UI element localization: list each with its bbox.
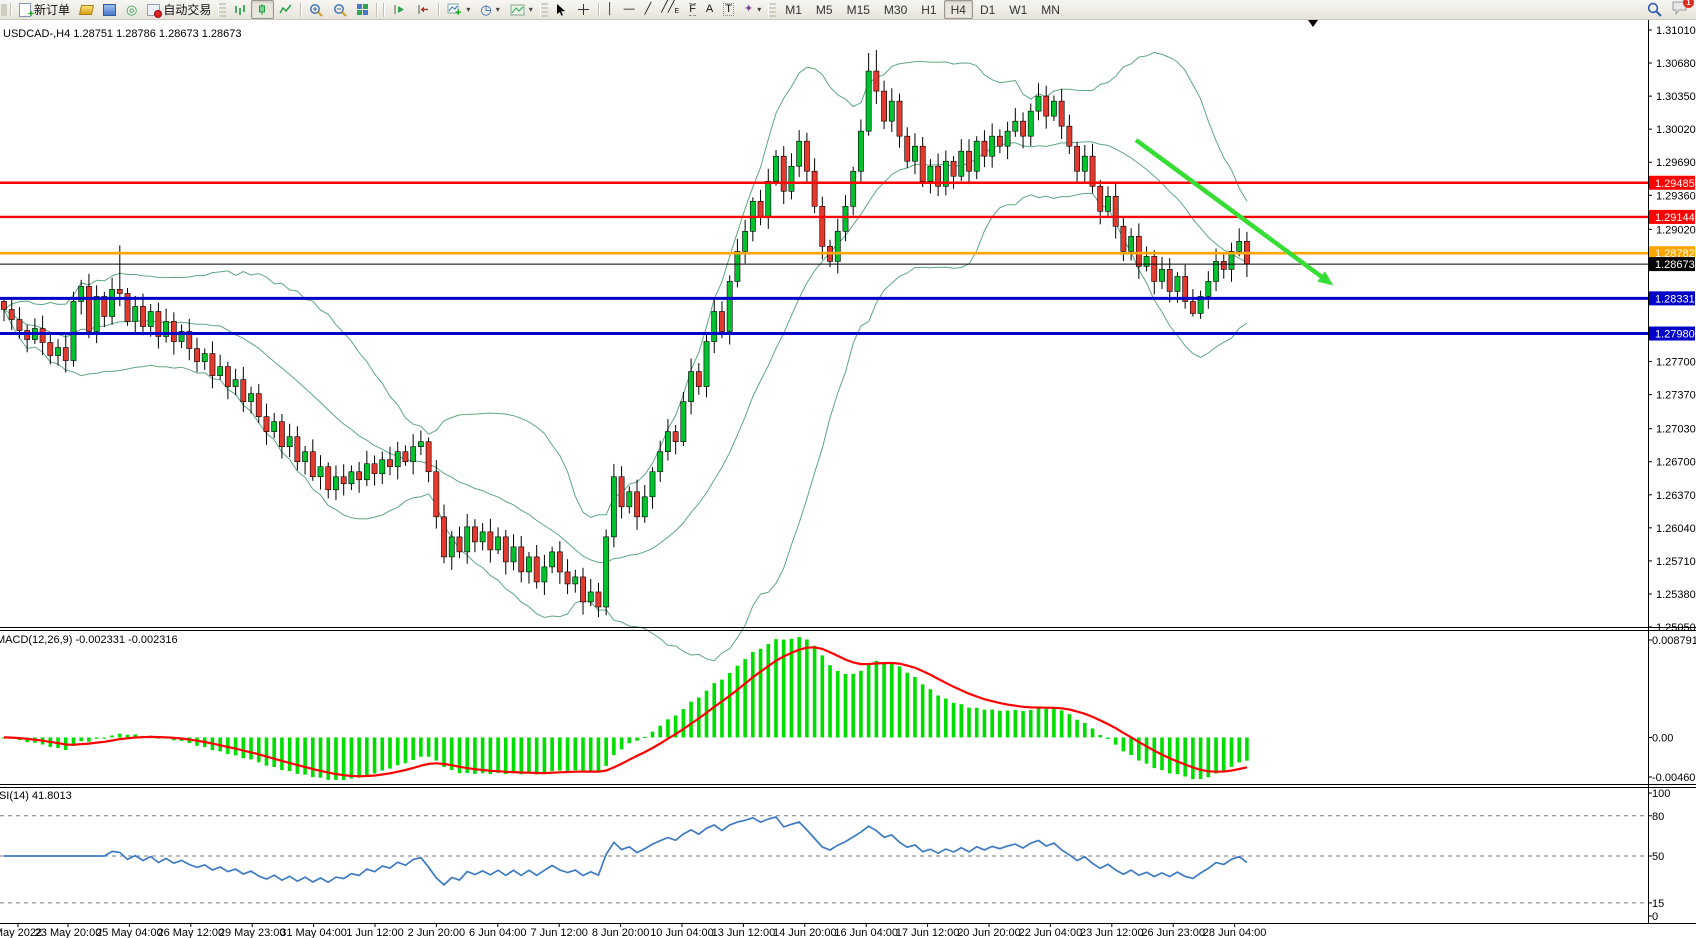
- time-tick: 14 Jun 20:00: [773, 927, 837, 938]
- macd-axis-min: -0.004601: [1652, 772, 1696, 784]
- time-tick: 10 Jun 04:00: [650, 927, 714, 938]
- macd-axis-max: 0.008791: [1652, 635, 1696, 647]
- time-tick: 23 Jun 12:00: [1080, 927, 1144, 938]
- price-tick: 1.25710: [1656, 556, 1696, 568]
- price-badge-value: 1.29144: [1655, 212, 1695, 224]
- rsi-axis-100: 100: [1652, 788, 1670, 800]
- bollinger-bands: [4, 52, 1247, 660]
- price-tick: 1.29020: [1656, 224, 1696, 236]
- time-tick: 31 May 04:00: [280, 927, 347, 938]
- price-tick: 1.29360: [1656, 190, 1696, 202]
- time-tick: 2 Jun 20:00: [408, 927, 466, 938]
- macd-label: MACD(12,26,9) -0.002331 -0.002316: [0, 634, 178, 646]
- price-badge-value: 1.27980: [1655, 329, 1695, 341]
- price-badge-value: 1.29485: [1655, 178, 1695, 190]
- price-tick: 1.26370: [1656, 490, 1696, 502]
- symbol-ohlc-label: USDCAD-,H4 1.28751 1.28786 1.28673 1.286…: [3, 28, 242, 40]
- time-tick: 26 Jun 23:00: [1141, 927, 1205, 938]
- trend-arrow[interactable]: [1136, 140, 1333, 285]
- time-tick: 28 Jun 04:00: [1203, 927, 1267, 938]
- rsi-axis-80: 80: [1652, 811, 1664, 823]
- price-axis[interactable]: 1.31010 1.30680 1.30350 1.30020 1.29690 1.293…: [1648, 25, 1696, 634]
- rsi-axis-0: 0: [1652, 911, 1658, 923]
- price-tick: 1.29690: [1656, 157, 1696, 169]
- macd-axis-zero: 0.00: [1652, 732, 1673, 744]
- price-tick: 1.26700: [1656, 457, 1696, 469]
- time-tick: 23 May 20:00: [35, 927, 102, 938]
- price-tick: 1.30350: [1656, 91, 1696, 103]
- mt4-window: + 新订单 ◎ 自动交易: [0, 0, 1696, 938]
- chart-shift-marker[interactable]: [1308, 20, 1318, 27]
- time-tick: 16 Jun 04:00: [834, 927, 898, 938]
- price-badge-value: 1.28331: [1655, 293, 1695, 305]
- price-tick: 1.26040: [1656, 523, 1696, 535]
- time-tick: 29 May 23:00: [219, 927, 286, 938]
- price-tick: 1.27370: [1656, 390, 1696, 402]
- price-tick: 1.30020: [1656, 124, 1696, 136]
- rsi-panel[interactable]: 100 80 50 150: [0, 788, 1670, 923]
- panel-borders: [0, 19, 1696, 924]
- price-badge-value: 1.28673: [1655, 259, 1695, 271]
- time-tick: 26 May 12:00: [157, 927, 224, 938]
- macd-panel[interactable]: 0.008791 0.00 -0.004601: [2, 635, 1696, 784]
- price-tick: 1.25050: [1656, 622, 1696, 634]
- time-axis[interactable]: May 202223 May 20:0025 May 04:0026 May 1…: [0, 923, 1266, 938]
- rsi-line: [4, 817, 1247, 885]
- rsi-axis-50: 50: [1652, 851, 1664, 863]
- price-tick: 1.25380: [1656, 589, 1696, 601]
- price-tick: 1.27700: [1656, 357, 1696, 369]
- price-tick: 1.27030: [1656, 424, 1696, 436]
- chart-area[interactable]: 1.31010 1.30680 1.30350 1.30020 1.29690 1.293…: [0, 0, 1696, 938]
- price-tick: 1.30680: [1656, 58, 1696, 70]
- horizontal-lines[interactable]: [0, 183, 1648, 334]
- time-tick: 13 Jun 12:00: [712, 927, 776, 938]
- time-tick: 1 Jun 12:00: [346, 927, 404, 938]
- rsi-label: RSI(14) 41.8013: [0, 790, 72, 802]
- rsi-axis-15: 15: [1652, 898, 1664, 910]
- time-tick: 7 Jun 12:00: [530, 927, 588, 938]
- time-tick: 17 Jun 12:00: [896, 927, 960, 938]
- time-tick: 8 Jun 20:00: [592, 927, 650, 938]
- time-tick: 6 Jun 04:00: [469, 927, 527, 938]
- time-tick: 20 Jun 20:00: [957, 927, 1021, 938]
- price-tick: 1.31010: [1656, 25, 1696, 37]
- time-tick: 22 Jun 04:00: [1019, 927, 1083, 938]
- time-tick: 25 May 04:00: [96, 927, 163, 938]
